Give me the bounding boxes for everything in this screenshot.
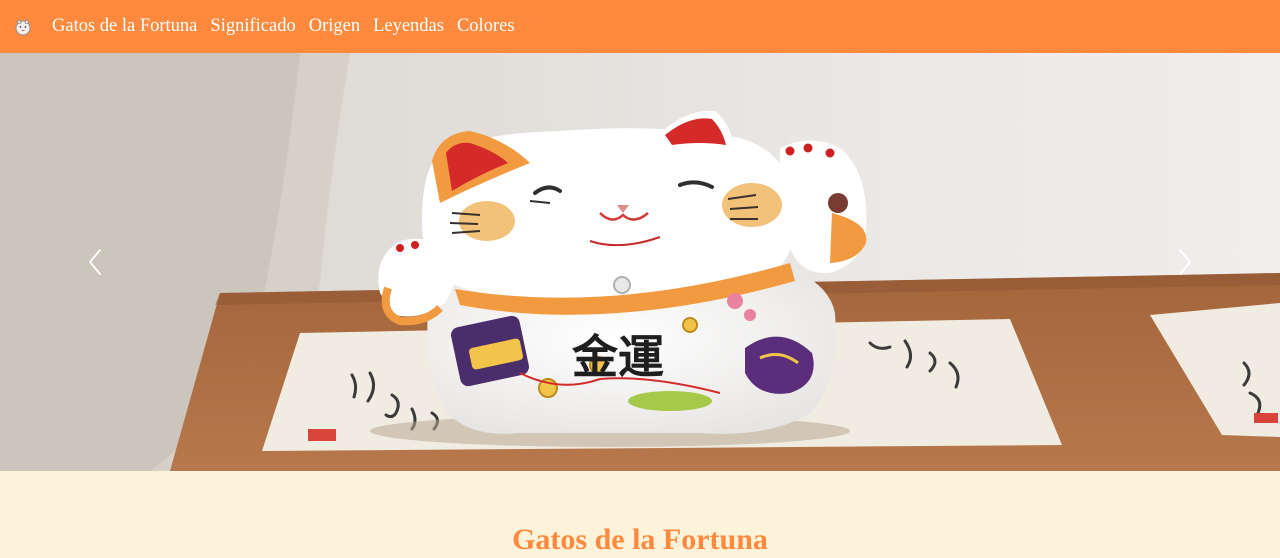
maneki-neko-icon[interactable]	[12, 16, 34, 38]
nav-links: Gatos de la Fortuna Significado Origen L…	[52, 17, 528, 36]
carousel-prev-button[interactable]	[0, 53, 190, 471]
intro-section: Gatos de la Fortuna	[0, 471, 1280, 558]
maneki-neko-figurine-photo: 金運	[0, 53, 1280, 471]
carousel-next-button[interactable]	[1090, 53, 1280, 471]
image-carousel[interactable]: 金運	[0, 53, 1280, 471]
nav-link-gatos-de-la-fortuna[interactable]: Gatos de la Fortuna	[52, 17, 197, 36]
nav-link-leyendas[interactable]: Leyendas	[373, 17, 444, 36]
chevron-right-icon	[1179, 249, 1191, 275]
nav-link-origen[interactable]: Origen	[309, 17, 360, 36]
section-title: Gatos de la Fortuna	[512, 523, 768, 556]
chevron-left-icon	[89, 249, 101, 275]
figurine-kanji: 金運	[571, 330, 664, 384]
nav-link-significado[interactable]: Significado	[210, 17, 295, 36]
navbar: Gatos de la Fortuna Significado Origen L…	[0, 0, 1280, 53]
nav-link-colores[interactable]: Colores	[457, 17, 515, 36]
